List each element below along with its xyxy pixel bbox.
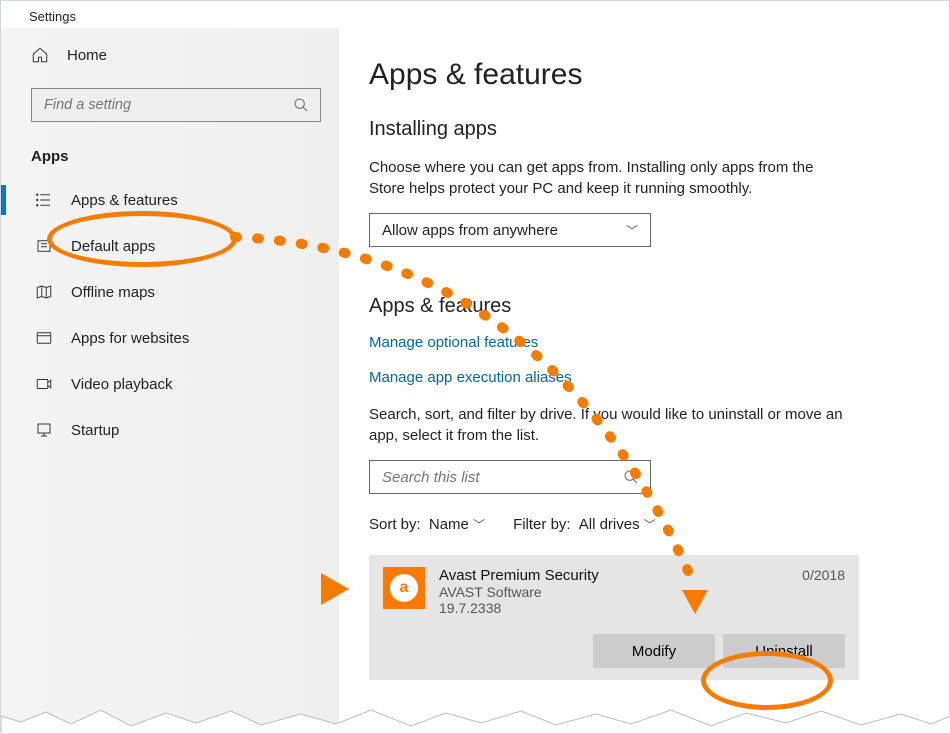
link-optional-features[interactable]: Manage optional features — [369, 334, 909, 351]
websites-icon — [35, 329, 53, 347]
filter-value: All drives — [579, 516, 640, 533]
chevron-down-icon: ﹀ — [644, 518, 656, 532]
nav-label: Apps for websites — [71, 330, 189, 347]
search-icon — [292, 96, 310, 114]
nav-label: Video playback — [71, 376, 172, 393]
app-name: Avast Premium Security — [439, 567, 788, 584]
defaults-icon — [35, 237, 53, 255]
filter-label: Filter by: — [513, 516, 571, 533]
subhead-apps-features: Apps & features — [369, 295, 909, 318]
nav-label: Offline maps — [71, 284, 155, 301]
avast-app-icon: a — [383, 567, 425, 609]
sort-label: Sort by: — [369, 516, 421, 533]
main-panel: Apps & features Installing apps Choose w… — [339, 28, 949, 732]
nav-label: Default apps — [71, 238, 155, 255]
app-source-dropdown[interactable]: Allow apps from anywhere ﹀ — [369, 213, 651, 247]
link-execution-aliases[interactable]: Manage app execution aliases — [369, 369, 909, 386]
video-icon — [35, 375, 53, 393]
dropdown-value: Allow apps from anywhere — [382, 222, 558, 239]
app-publisher: AVAST Software — [439, 584, 788, 600]
sidebar-search[interactable] — [31, 88, 321, 122]
list-icon — [35, 191, 53, 209]
nav-default-apps[interactable]: Default apps — [31, 223, 321, 269]
chevron-down-icon: ﹀ — [473, 518, 485, 532]
nav-apps-websites[interactable]: Apps for websites — [31, 315, 321, 361]
home-icon — [31, 46, 49, 64]
nav-home-label: Home — [67, 47, 107, 64]
map-icon — [35, 283, 53, 301]
page-title: Apps & features — [369, 58, 909, 92]
sidebar-search-input[interactable] — [42, 96, 292, 114]
nav-label: Apps & features — [71, 192, 178, 209]
app-install-date: 0/2018 — [802, 567, 845, 616]
sort-value: Name — [429, 516, 469, 533]
nav-video-playback[interactable]: Video playback — [31, 361, 321, 407]
search-icon — [622, 468, 640, 486]
app-list-search[interactable] — [369, 460, 651, 494]
sidebar-section-label: Apps — [31, 148, 321, 165]
window-title: Settings — [1, 1, 949, 28]
chevron-down-icon: ﹀ — [626, 222, 638, 239]
uninstall-button[interactable]: Uninstall — [723, 634, 845, 668]
app-version: 19.7.2338 — [439, 600, 788, 616]
sort-control[interactable]: Sort by: Name ﹀ — [369, 516, 485, 533]
nav-label: Startup — [71, 422, 119, 439]
nav-offline-maps[interactable]: Offline maps — [31, 269, 321, 315]
list-desc: Search, sort, and filter by drive. If yo… — [369, 404, 849, 446]
modify-button[interactable]: Modify — [593, 634, 715, 668]
filter-control[interactable]: Filter by: All drives ﹀ — [513, 516, 656, 533]
startup-icon — [35, 421, 53, 439]
nav-apps-features[interactable]: Apps & features — [31, 177, 321, 223]
nav-startup[interactable]: Startup — [31, 407, 321, 453]
app-list-item[interactable]: a Avast Premium Security AVAST Software … — [369, 555, 859, 680]
app-list-search-input[interactable] — [380, 468, 622, 487]
subhead-installing: Installing apps — [369, 118, 909, 141]
sidebar: Home Apps Apps & features Default ap — [1, 28, 339, 732]
nav-home[interactable]: Home — [31, 46, 321, 64]
installing-desc: Choose where you can get apps from. Inst… — [369, 157, 849, 199]
